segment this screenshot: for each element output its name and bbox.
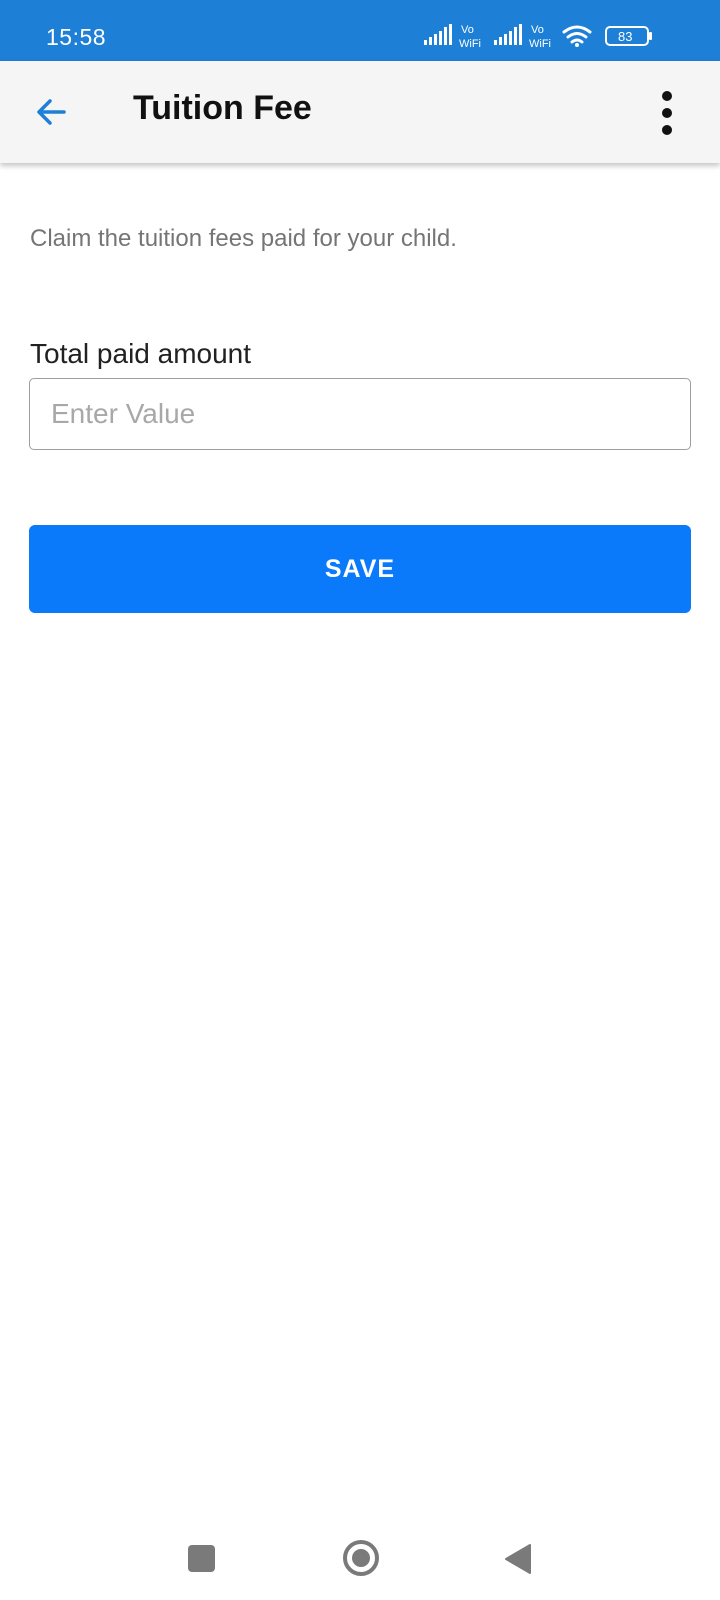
square-recents-icon[interactable] (188, 1545, 215, 1572)
vowifi-label-bottom: WiFi (529, 38, 551, 50)
amount-label: Total paid amount (30, 338, 252, 369)
status-icons: Vo WiFi Vo WiFi 83 (424, 24, 652, 50)
signal-icon (424, 24, 452, 45)
vowifi-label-top: Vo (531, 24, 544, 36)
page-title: Tuition Fee (133, 89, 312, 127)
arrow-left-icon[interactable] (30, 90, 74, 134)
app-bar: Tuition Fee (0, 61, 720, 163)
vowifi-label-bottom: WiFi (459, 38, 481, 50)
signal-icon (494, 24, 522, 45)
triangle-back-icon[interactable] (503, 1542, 533, 1576)
wifi-icon (562, 25, 592, 44)
more-vertical-icon[interactable] (648, 85, 688, 141)
amount-input[interactable] (29, 378, 691, 450)
save-button[interactable]: SAVE (29, 525, 691, 613)
vowifi-label-top: Vo (461, 24, 474, 36)
system-nav-bar (0, 1520, 720, 1600)
circle-home-icon[interactable] (341, 1538, 381, 1578)
status-bar: 15:58 Vo WiFi Vo WiFi 83 (0, 0, 720, 61)
battery-level: 83 (618, 29, 632, 44)
page-description: Claim the tuition fees paid for your chi… (30, 225, 457, 252)
status-time: 15:58 (46, 24, 107, 50)
